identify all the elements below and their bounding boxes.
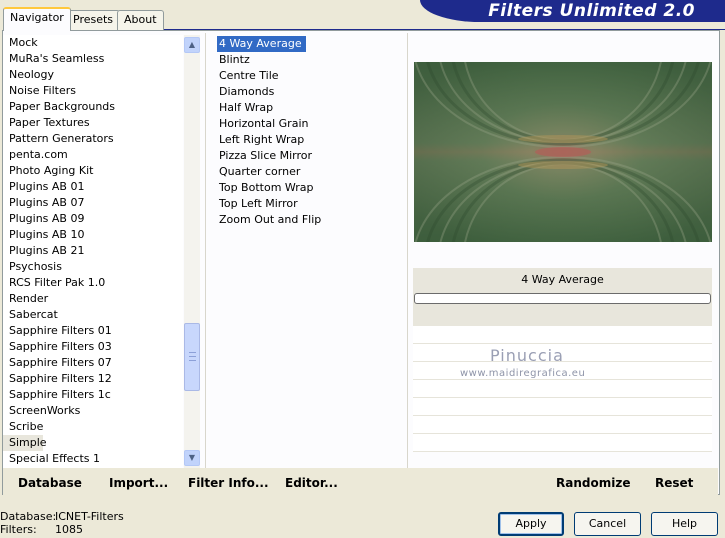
category-item[interactable]: Plugins AB 07: [3, 195, 183, 211]
filter-row[interactable]: Blintz: [217, 52, 402, 68]
tab-navigator[interactable]: Navigator: [3, 7, 71, 31]
filter-item[interactable]: Quarter corner: [217, 164, 300, 180]
preview-graphic: [414, 62, 712, 242]
database-link[interactable]: Database: [18, 476, 82, 490]
grip-icon: [189, 352, 196, 361]
parameter-row: [413, 380, 712, 398]
category-item[interactable]: Pattern Generators: [3, 131, 183, 147]
category-scrollbar[interactable]: ▲ ▼: [184, 35, 200, 468]
category-item[interactable]: Noise Filters: [3, 83, 183, 99]
database-value: ICNET-Filters: [55, 510, 124, 523]
watermark-url: www.maidiregrafica.eu: [460, 368, 586, 379]
category-item[interactable]: Plugins AB 09: [3, 211, 183, 227]
filter-info-link[interactable]: Filter Info...: [188, 476, 269, 490]
filter-row[interactable]: Left Right Wrap: [217, 132, 402, 148]
filter-row[interactable]: Top Bottom Wrap: [217, 180, 402, 196]
filter-item[interactable]: Pizza Slice Mirror: [217, 148, 312, 164]
filter-item[interactable]: Half Wrap: [217, 100, 273, 116]
filter-item[interactable]: Top Bottom Wrap: [217, 180, 314, 196]
category-item[interactable]: Psychosis: [3, 259, 183, 275]
category-item[interactable]: Paper Textures: [3, 115, 183, 131]
category-item[interactable]: Sapphire Filters 1c: [3, 387, 183, 403]
filter-row[interactable]: 4 Way Average: [216, 35, 402, 53]
parameter-row: [413, 398, 712, 416]
editor-link[interactable]: Editor...: [285, 476, 338, 490]
filter-row[interactable]: Quarter corner: [217, 164, 402, 180]
category-item[interactable]: Sapphire Filters 07: [3, 355, 183, 371]
filter-item[interactable]: Zoom Out and Flip: [217, 212, 321, 228]
filters-label: Filters:: [0, 523, 37, 536]
parameter-row: [413, 416, 712, 434]
column-divider: [407, 33, 408, 495]
apply-button[interactable]: Apply: [498, 512, 564, 536]
control-band: [413, 306, 712, 326]
import-link[interactable]: Import...: [109, 476, 168, 490]
scroll-down-button[interactable]: ▼: [184, 450, 200, 466]
database-label: Database:: [0, 510, 57, 523]
cancel-button[interactable]: Cancel: [574, 512, 641, 536]
parameter-rows: [413, 326, 712, 452]
filter-row[interactable]: Horizontal Grain: [217, 116, 402, 132]
help-button[interactable]: Help: [651, 512, 718, 536]
status-info: Database: ICNET-Filters Filters: 1085: [0, 510, 124, 536]
title-banner: Filters Unlimited 2.0: [420, 0, 725, 22]
filter-item[interactable]: Horizontal Grain: [217, 116, 308, 132]
filter-item[interactable]: 4 Way Average: [216, 35, 307, 53]
preview-filter-name: 4 Way Average: [413, 268, 712, 292]
category-item[interactable]: penta.com: [3, 147, 183, 163]
category-item[interactable]: RCS Filter Pak 1.0: [3, 275, 183, 291]
watermark-name: Pinuccia: [490, 346, 564, 365]
category-item[interactable]: Render: [3, 291, 183, 307]
filter-item[interactable]: Diamonds: [217, 84, 274, 100]
action-link-bar: Database Import... Filter Info... Editor…: [3, 468, 718, 495]
category-item[interactable]: Plugins AB 10: [3, 227, 183, 243]
scroll-thumb[interactable]: [184, 323, 200, 391]
tab-about[interactable]: About: [117, 10, 164, 30]
category-item[interactable]: Paper Backgrounds: [3, 99, 183, 115]
category-item[interactable]: Sapphire Filters 12: [3, 371, 183, 387]
category-item[interactable]: Scribe: [3, 419, 183, 435]
parameter-row: [413, 434, 712, 452]
category-item[interactable]: Neology: [3, 67, 183, 83]
app-title: Filters Unlimited 2.0: [488, 1, 695, 21]
category-item[interactable]: Plugins AB 21: [3, 243, 183, 259]
category-item[interactable]: Plugins AB 01: [3, 179, 183, 195]
filters-unlimited-window: Filters Unlimited 2.0 Navigator Presets …: [0, 0, 725, 538]
filter-item[interactable]: Left Right Wrap: [217, 132, 304, 148]
category-item[interactable]: Photo Aging Kit: [3, 163, 183, 179]
slider-field[interactable]: [414, 293, 711, 304]
filter-item[interactable]: Blintz: [217, 52, 250, 68]
filter-item[interactable]: Top Left Mirror: [217, 196, 298, 212]
category-item[interactable]: ScreenWorks: [3, 403, 183, 419]
filter-item[interactable]: Centre Tile: [217, 68, 279, 84]
filters-count: 1085: [55, 523, 83, 536]
category-item[interactable]: Special Effects 1: [3, 451, 183, 467]
parameter-row: [413, 326, 712, 344]
filter-preview-image: [414, 62, 712, 242]
category-item[interactable]: Sapphire Filters 03: [3, 339, 183, 355]
category-list[interactable]: Mock MuRa's Seamless Neology Noise Filters P…: [3, 35, 183, 468]
filter-list[interactable]: 4 Way Average Blintz Centre Tile Diamonds Ha…: [216, 35, 402, 228]
filter-row[interactable]: Diamonds: [217, 84, 402, 100]
category-item[interactable]: Simple: [3, 435, 47, 451]
filter-row[interactable]: Half Wrap: [217, 100, 402, 116]
category-item[interactable]: Sapphire Filters 01: [3, 323, 183, 339]
filter-row[interactable]: Pizza Slice Mirror: [217, 148, 402, 164]
tab-presets[interactable]: Presets: [66, 10, 121, 30]
filter-row[interactable]: Zoom Out and Flip: [217, 212, 402, 228]
scroll-up-button[interactable]: ▲: [184, 37, 200, 53]
category-item[interactable]: Mock: [3, 35, 183, 51]
category-item[interactable]: Sabercat: [3, 307, 183, 323]
column-divider: [205, 33, 206, 495]
preview-slider[interactable]: [413, 292, 712, 306]
reset-link[interactable]: Reset: [655, 476, 693, 490]
filter-row[interactable]: Top Left Mirror: [217, 196, 402, 212]
randomize-link[interactable]: Randomize: [556, 476, 630, 490]
category-item[interactable]: MuRa's Seamless: [3, 51, 183, 67]
filter-row[interactable]: Centre Tile: [217, 68, 402, 84]
